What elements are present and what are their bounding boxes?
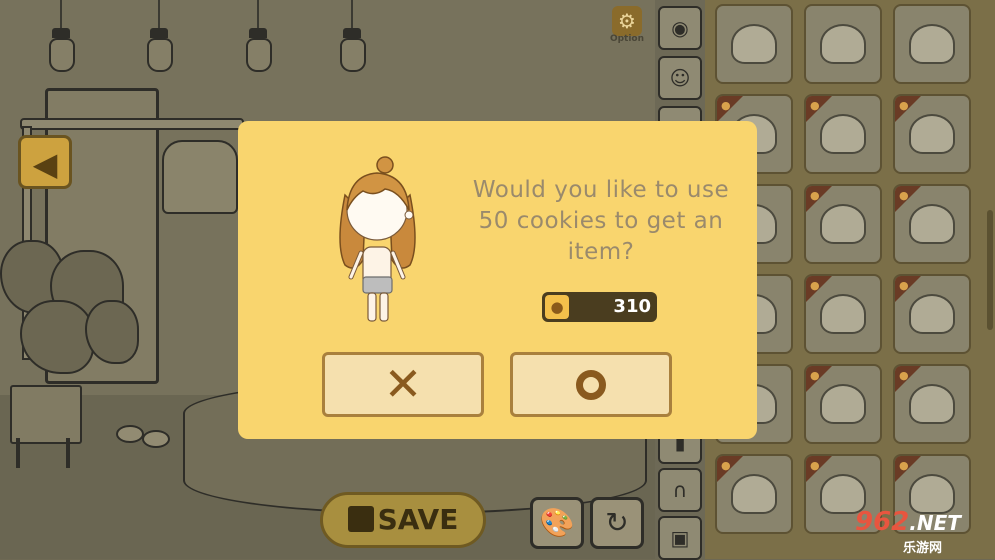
gingerbread-cookie-icon: ● — [899, 369, 909, 382]
refresh-button[interactable]: ↻ — [590, 497, 644, 549]
face-icon: ☺ — [669, 66, 691, 90]
locked-hair-item[interactable]: ● — [804, 94, 882, 174]
bulb-cap — [52, 28, 70, 38]
close-icon: ✕ — [383, 357, 423, 411]
locked-hair-item[interactable]: ● — [804, 364, 882, 444]
bulb-wire — [60, 0, 62, 30]
grid-scrollbar[interactable] — [987, 210, 993, 330]
hat-icon: ▣ — [670, 526, 690, 550]
gingerbread-cookie-icon: ● — [810, 279, 820, 292]
hair-preview — [909, 384, 955, 424]
hair-preview — [909, 294, 955, 334]
purchase-dialog — [238, 121, 757, 439]
locked-hair-item[interactable]: ● — [804, 274, 882, 354]
light-bulb — [49, 38, 75, 72]
plant-leaf — [20, 300, 94, 374]
slipper — [116, 425, 144, 443]
palette-button[interactable]: 🎨 — [530, 497, 584, 549]
circle-confirm-icon — [576, 369, 606, 400]
confirm-button[interactable] — [510, 352, 672, 417]
gingerbread-cookie-icon: ● — [810, 99, 820, 112]
locked-hair-item[interactable]: ● — [893, 94, 971, 174]
plant-pot — [10, 385, 82, 444]
gingerbread-cookie-icon: ● — [899, 459, 909, 472]
pot-leg — [16, 438, 20, 468]
hair-preview — [909, 24, 955, 64]
gingerbread-cookie-icon: ● — [810, 189, 820, 202]
locked-hair-item[interactable]: ● — [893, 274, 971, 354]
save-label: SAVE — [377, 503, 459, 536]
hair-item[interactable] — [715, 4, 793, 84]
hair-icon: ◉ — [671, 16, 689, 40]
gingerbread-cookie-icon: ● — [899, 279, 909, 292]
category-hair-front[interactable]: ◉ — [658, 6, 702, 50]
palette-icon: 🎨 — [539, 506, 575, 539]
option-button[interactable]: ⚙ Option — [609, 6, 645, 46]
gear-icon: ⚙ — [612, 6, 642, 36]
cookie-balance-value: 310 — [613, 296, 651, 317]
gingerbread-cookie-icon: ● — [721, 459, 731, 472]
gingerbread-cookie-icon: ● — [899, 99, 909, 112]
locked-hair-item[interactable]: ● — [893, 184, 971, 264]
gingerbread-cookie-icon: ● — [721, 99, 731, 112]
hair-preview — [731, 24, 777, 64]
light-bulb — [147, 38, 173, 72]
bulb-wire — [158, 0, 160, 30]
hair-preview — [820, 294, 866, 334]
character-preview — [339, 156, 416, 322]
bulb-cap — [343, 28, 361, 38]
clothes-rack — [20, 118, 244, 130]
hair-preview — [909, 114, 955, 154]
gingerbread-cookie-icon: ● — [899, 189, 909, 202]
light-bulb — [340, 38, 366, 72]
hair-preview — [731, 474, 777, 514]
category-hat[interactable]: ▣ — [658, 516, 702, 560]
back-button[interactable]: ◀ — [18, 135, 72, 189]
category-pants[interactable]: ∩ — [658, 468, 702, 512]
category-face[interactable]: ☺ — [658, 56, 702, 100]
slipper — [142, 430, 170, 448]
floppy-disk-icon — [347, 506, 374, 532]
locked-hair-item[interactable]: ● — [893, 364, 971, 444]
option-label: Option — [609, 34, 645, 44]
hair-preview — [820, 114, 866, 154]
gingerbread-cookie-icon: ● — [810, 459, 820, 472]
locked-hair-item[interactable]: ● — [715, 454, 793, 534]
refresh-icon: ↻ — [605, 506, 629, 539]
bulb-wire — [257, 0, 259, 30]
bulb-wire — [351, 0, 353, 30]
watermark-logo-number: 962 — [855, 507, 910, 537]
cancel-button[interactable]: ✕ — [322, 352, 484, 417]
watermark-logo-suffix: .NET — [909, 511, 961, 535]
gingerbread-cookie-icon: ● — [545, 295, 569, 319]
hair-item[interactable] — [804, 4, 882, 84]
watermark-subtitle: 乐游网 — [903, 541, 943, 556]
hair-preview — [820, 24, 866, 64]
locked-hair-item[interactable]: ● — [804, 184, 882, 264]
site-watermark: 962.NET 乐游网 — [855, 507, 987, 556]
save-button[interactable]: SAVE — [320, 492, 486, 548]
hair-preview — [820, 384, 866, 424]
cookie-balance: ● 310 — [542, 292, 657, 322]
hanging-hoodie — [162, 140, 238, 214]
gingerbread-cookie-icon: ● — [810, 369, 820, 382]
watermark-logo: 962.NET — [855, 507, 961, 538]
pants-icon: ∩ — [672, 478, 688, 502]
bulb-cap — [249, 28, 267, 38]
bulb-cap — [150, 28, 168, 38]
hair-preview — [909, 204, 955, 244]
pot-leg — [66, 438, 70, 468]
hair-preview — [820, 204, 866, 244]
hair-item[interactable] — [893, 4, 971, 84]
light-bulb — [246, 38, 272, 72]
dialog-question: Would you like to use 50 cookies to get … — [472, 177, 730, 265]
arrow-left-icon: ◀ — [32, 145, 58, 183]
